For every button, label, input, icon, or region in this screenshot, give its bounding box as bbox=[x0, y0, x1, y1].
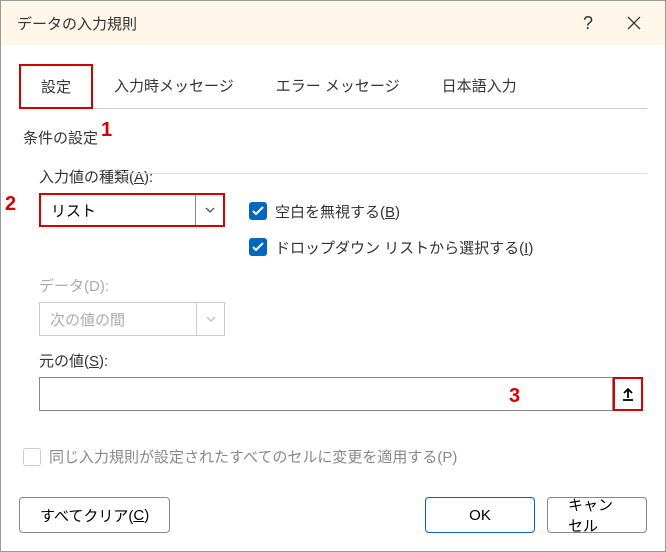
criteria-legend: 条件の設定 bbox=[23, 127, 647, 148]
data-validation-dialog: データの入力規則 ? 設定 入力時メッセージ エラー メッセージ 日本語入力 1… bbox=[0, 0, 666, 552]
cancel-button[interactable]: キャンセル bbox=[547, 497, 647, 533]
annotation-2: 2 bbox=[5, 193, 16, 216]
tab-error-alert[interactable]: エラー メッセージ bbox=[255, 64, 421, 109]
close-button[interactable] bbox=[611, 5, 657, 41]
tab-bar: 設定 入力時メッセージ エラー メッセージ 日本語入力 bbox=[19, 63, 647, 109]
tab-settings[interactable]: 設定 bbox=[19, 64, 93, 109]
clear-all-button[interactable]: すべてクリア(C) bbox=[19, 497, 170, 533]
dialog-footer: すべてクリア(C) OK キャンセル bbox=[1, 483, 665, 551]
help-button[interactable]: ? bbox=[565, 5, 611, 41]
ignore-blank-label: 空白を無視する(B) bbox=[275, 201, 400, 222]
range-picker-icon bbox=[621, 386, 635, 402]
checkbox-unchecked-icon bbox=[23, 448, 41, 466]
chevron-down-icon bbox=[196, 303, 224, 335]
allow-label: 入力値の種類(A): bbox=[39, 166, 643, 187]
form-area: 入力値の種類(A): 2 リスト 空白を無視する(B) bbox=[19, 156, 647, 421]
titlebar: データの入力規則 ? bbox=[1, 1, 665, 45]
fieldset-divider bbox=[119, 173, 647, 174]
apply-all-checkbox: 同じ入力規則が設定されたすべてのセルに変更を適用する(P) bbox=[19, 446, 647, 483]
allow-select[interactable]: リスト bbox=[39, 193, 225, 227]
source-input[interactable] bbox=[39, 377, 613, 411]
in-cell-dropdown-checkbox[interactable]: ドロップダウン リストから選択する(I) bbox=[249, 233, 533, 261]
dialog-content: 設定 入力時メッセージ エラー メッセージ 日本語入力 1 条件の設定 入力値の… bbox=[1, 45, 665, 483]
checkbox-checked-icon bbox=[249, 238, 267, 256]
data-select: 次の値の間 bbox=[39, 302, 225, 336]
range-picker-button[interactable] bbox=[613, 377, 643, 411]
source-label: 元の値(S): bbox=[39, 350, 643, 371]
dialog-title: データの入力規則 bbox=[17, 13, 565, 34]
chevron-down-icon bbox=[195, 195, 223, 225]
checkbox-checked-icon bbox=[249, 202, 267, 220]
allow-select-value: リスト bbox=[41, 200, 195, 221]
data-label: データ(D): bbox=[39, 275, 643, 296]
close-icon bbox=[627, 16, 641, 30]
in-cell-dropdown-label: ドロップダウン リストから選択する(I) bbox=[275, 237, 533, 258]
apply-all-label: 同じ入力規則が設定されたすべてのセルに変更を適用する(P) bbox=[49, 446, 457, 467]
data-select-value: 次の値の間 bbox=[40, 309, 196, 330]
ok-button[interactable]: OK bbox=[425, 497, 535, 533]
ignore-blank-checkbox[interactable]: 空白を無視する(B) bbox=[249, 197, 533, 225]
tab-input-message[interactable]: 入力時メッセージ bbox=[93, 64, 255, 109]
tab-ime[interactable]: 日本語入力 bbox=[421, 64, 538, 109]
